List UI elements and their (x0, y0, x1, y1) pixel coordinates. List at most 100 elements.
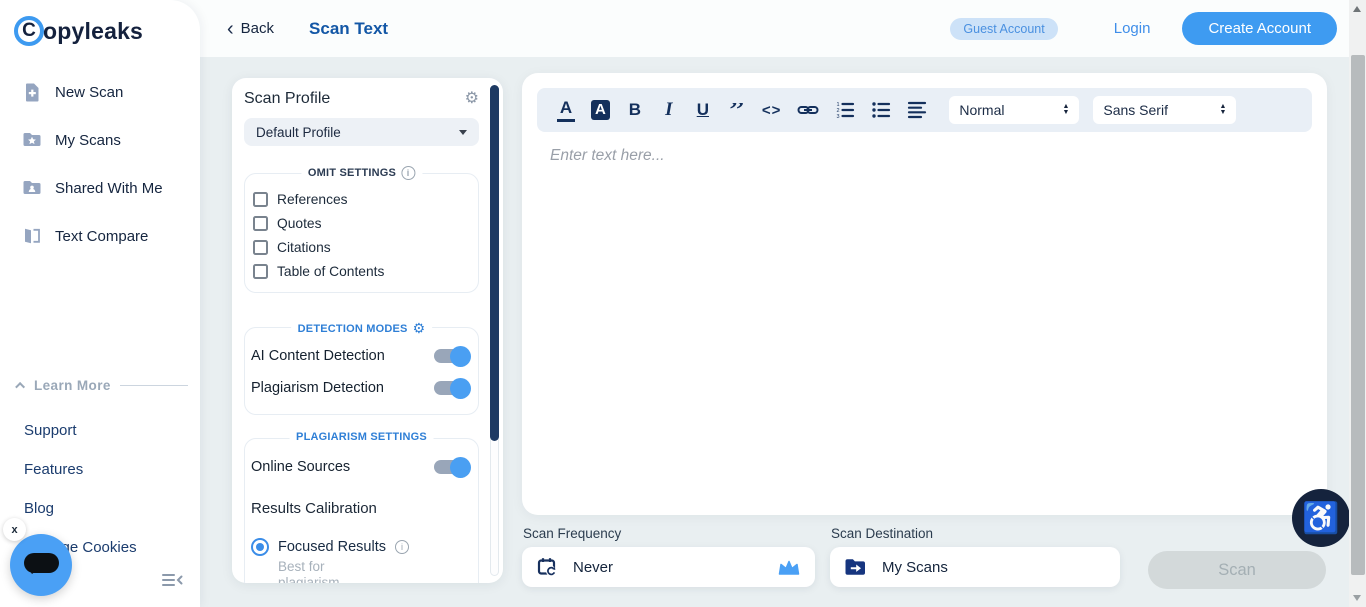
gear-icon[interactable]: ⚙ (413, 320, 426, 337)
font-select[interactable]: Sans Serif ▲▼ (1093, 96, 1236, 124)
back-button[interactable]: ‹ Back (227, 20, 274, 37)
sidebar-item-label: New Scan (55, 84, 123, 101)
profile-select-value: Default Profile (256, 125, 341, 140)
chevron-down-icon (459, 130, 467, 135)
scan-frequency-select[interactable]: Never (522, 547, 815, 587)
sidebar-link-support[interactable]: Support (0, 411, 200, 450)
format-select[interactable]: Normal ▲▼ (949, 96, 1079, 124)
page-title: Scan Text (309, 19, 388, 39)
checkbox[interactable] (253, 240, 268, 255)
plagiarism-detection-toggle[interactable] (434, 381, 468, 395)
sidebar-link-features[interactable]: Features (0, 450, 200, 489)
code-icon[interactable]: <> (762, 102, 782, 119)
focused-results-description: Best for plagiarism. Ideal for education… (278, 559, 391, 583)
plagiarism-settings-group: PLAGIARISM SETTINGS Online Sources Resul… (244, 438, 479, 583)
my-scans-icon (22, 130, 42, 150)
chevron-up-icon (15, 382, 25, 392)
toggle-knob (450, 346, 471, 367)
editor-text-area[interactable]: Enter text here... (550, 147, 1327, 165)
updown-caret-icon: ▲▼ (1219, 104, 1226, 116)
omit-option-quotes[interactable]: Quotes (253, 211, 470, 235)
sidebar-link-blog[interactable]: Blog (0, 489, 200, 528)
plagiarism-settings-legend: PLAGIARISM SETTINGS (296, 431, 427, 443)
folder-move-icon (844, 557, 867, 577)
detection-modes-group: DETECTION MODES ⚙ AI Content Detection P… (244, 327, 479, 415)
cookies-close-button[interactable]: x (3, 518, 26, 541)
omit-settings-legend: OMIT SETTINGS (308, 167, 396, 179)
page-scrollbar-thumb[interactable] (1351, 55, 1365, 575)
sidebar-item-text-compare[interactable]: Text Compare (0, 212, 200, 260)
scan-profile-title: Scan Profile (244, 90, 330, 108)
sidebar-item-shared-with-me[interactable]: Shared With Me (0, 164, 200, 212)
copyleaks-logo[interactable]: C opyleaks (0, 0, 200, 46)
sidebar-collapse-button[interactable] (161, 572, 184, 593)
toggle-knob (450, 378, 471, 399)
online-sources-row: Online Sources (251, 451, 472, 483)
align-icon[interactable] (907, 100, 927, 120)
login-link[interactable]: Login (1114, 20, 1151, 37)
checkbox[interactable] (253, 192, 268, 207)
ordered-list-icon[interactable]: 123 (835, 100, 855, 120)
scan-frequency-value: Never (573, 559, 613, 576)
logo-text: opyleaks (43, 18, 143, 45)
create-account-button[interactable]: Create Account (1182, 12, 1337, 45)
underline-icon[interactable]: U (694, 100, 712, 120)
ai-content-detection-row: AI Content Detection (251, 340, 472, 372)
chat-widget-button[interactable] (10, 534, 72, 596)
sidebar-item-new-scan[interactable]: New Scan (0, 68, 200, 116)
page-scrollbar[interactable] (1349, 0, 1366, 607)
focused-results-option[interactable]: Focused Results (251, 538, 472, 556)
sidebar-item-my-scans[interactable]: My Scans (0, 116, 200, 164)
sidebar-item-label: Text Compare (55, 228, 148, 245)
highlight-color-icon[interactable]: A (591, 100, 610, 120)
scroll-down-arrow-icon[interactable] (1353, 595, 1361, 601)
detection-modes-legend: DETECTION MODES (298, 323, 408, 335)
bold-icon[interactable]: B (626, 100, 644, 120)
scan-destination-value: My Scans (882, 559, 948, 576)
guest-account-badge: Guest Account (950, 18, 1057, 40)
checkbox[interactable] (253, 216, 268, 231)
omit-option-references[interactable]: References (253, 187, 470, 211)
scan-destination-label: Scan Destination (831, 526, 933, 541)
ai-content-detection-toggle[interactable] (434, 349, 468, 363)
updown-caret-icon: ▲▼ (1062, 104, 1069, 116)
editor-toolbar: A A B I U ” <> 123 Normal ▲▼ Sans Serif … (537, 88, 1312, 132)
scan-button[interactable]: Scan (1148, 551, 1326, 589)
radio-selected[interactable] (251, 538, 269, 556)
results-calibration-title: Results Calibration (251, 500, 472, 517)
blockquote-icon[interactable]: ” (728, 103, 746, 117)
online-sources-toggle[interactable] (434, 460, 468, 474)
plagiarism-detection-row: Plagiarism Detection (251, 372, 472, 404)
gear-icon[interactable]: ⚙ (465, 91, 479, 107)
info-icon[interactable] (401, 166, 415, 180)
learn-more-section-header[interactable]: Learn More (18, 378, 188, 393)
omit-option-citations[interactable]: Citations (253, 235, 470, 259)
accessibility-widget-button[interactable]: ♿ (1292, 489, 1350, 547)
checkbox[interactable] (253, 264, 268, 279)
panel-scrollbar-thumb[interactable] (490, 85, 499, 441)
format-select-value: Normal (959, 102, 1004, 118)
omit-option-table-of-contents[interactable]: Table of Contents (253, 259, 470, 283)
top-header: ‹ Back Scan Text Guest Account Login Cre… (200, 0, 1349, 57)
text-editor-card: A A B I U ” <> 123 Normal ▲▼ Sans Serif … (522, 73, 1327, 515)
italic-icon[interactable]: I (660, 99, 678, 121)
logo-ring-icon: C (14, 16, 44, 46)
new-scan-icon (22, 82, 42, 102)
svg-text:3: 3 (837, 114, 840, 120)
sidebar: C opyleaks New Scan My Scans Shared With… (0, 0, 200, 607)
accessibility-icon: ♿ (1302, 501, 1339, 536)
scroll-up-arrow-icon[interactable] (1353, 6, 1361, 12)
collapse-sidebar-icon (161, 572, 184, 588)
scan-destination-select[interactable]: My Scans (830, 547, 1120, 587)
shared-with-me-icon (22, 178, 42, 198)
profile-select[interactable]: Default Profile (244, 118, 479, 146)
info-icon[interactable] (395, 540, 409, 554)
bullet-list-icon[interactable] (871, 100, 891, 120)
text-color-icon[interactable]: A (557, 98, 575, 122)
link-icon[interactable] (797, 100, 819, 120)
calendar-repeat-icon (536, 556, 558, 578)
scan-profile-panel: Scan Profile ⚙ Default Profile OMIT SETT… (232, 78, 503, 583)
scan-frequency-label: Scan Frequency (523, 526, 621, 541)
font-select-value: Sans Serif (1103, 102, 1168, 118)
chevron-left-icon: ‹ (227, 22, 234, 36)
